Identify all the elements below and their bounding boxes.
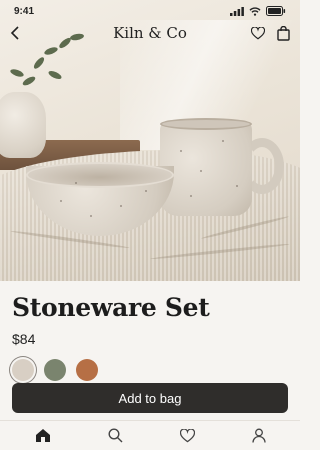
leaf: [21, 74, 37, 88]
bottom-tab-bar: [0, 420, 300, 450]
speck: [120, 205, 122, 207]
battery-icon: [266, 6, 286, 16]
swatch-sage[interactable]: [44, 359, 66, 381]
speck: [145, 190, 147, 192]
add-to-bag-button[interactable]: Add to bag: [12, 383, 288, 413]
status-time: 9:41: [14, 5, 35, 17]
bowl-rim: [26, 162, 174, 188]
top-nav-bar: Kiln & Co: [0, 18, 300, 48]
color-swatches: [12, 359, 288, 381]
leaf: [32, 55, 46, 71]
speck: [75, 182, 77, 184]
speck: [200, 170, 202, 172]
mug-rim: [160, 118, 252, 130]
speck: [180, 150, 182, 152]
speck: [190, 195, 192, 197]
profile-icon[interactable]: [251, 428, 266, 443]
home-icon[interactable]: [35, 428, 51, 443]
status-icons: [230, 6, 286, 16]
bag-icon[interactable]: [277, 25, 290, 41]
product-info: Stoneware Set $84: [0, 281, 300, 381]
heart-icon[interactable]: [179, 428, 195, 443]
speck: [236, 185, 238, 187]
swatch-speckled-cream[interactable]: [12, 359, 34, 381]
signal-icon: [230, 6, 244, 16]
back-icon[interactable]: [10, 26, 22, 40]
speck: [222, 140, 224, 142]
search-icon[interactable]: [107, 428, 123, 443]
wifi-icon: [249, 6, 261, 16]
speck: [90, 215, 92, 217]
vase: [0, 92, 46, 158]
speck: [60, 200, 62, 202]
leaf: [9, 67, 25, 79]
leaf: [47, 69, 63, 81]
product-price: $84: [12, 331, 36, 347]
product-title: Stoneware Set: [12, 293, 210, 322]
heart-icon[interactable]: [251, 26, 265, 40]
swatch-terracotta[interactable]: [76, 359, 98, 381]
nav-actions: [251, 25, 290, 41]
